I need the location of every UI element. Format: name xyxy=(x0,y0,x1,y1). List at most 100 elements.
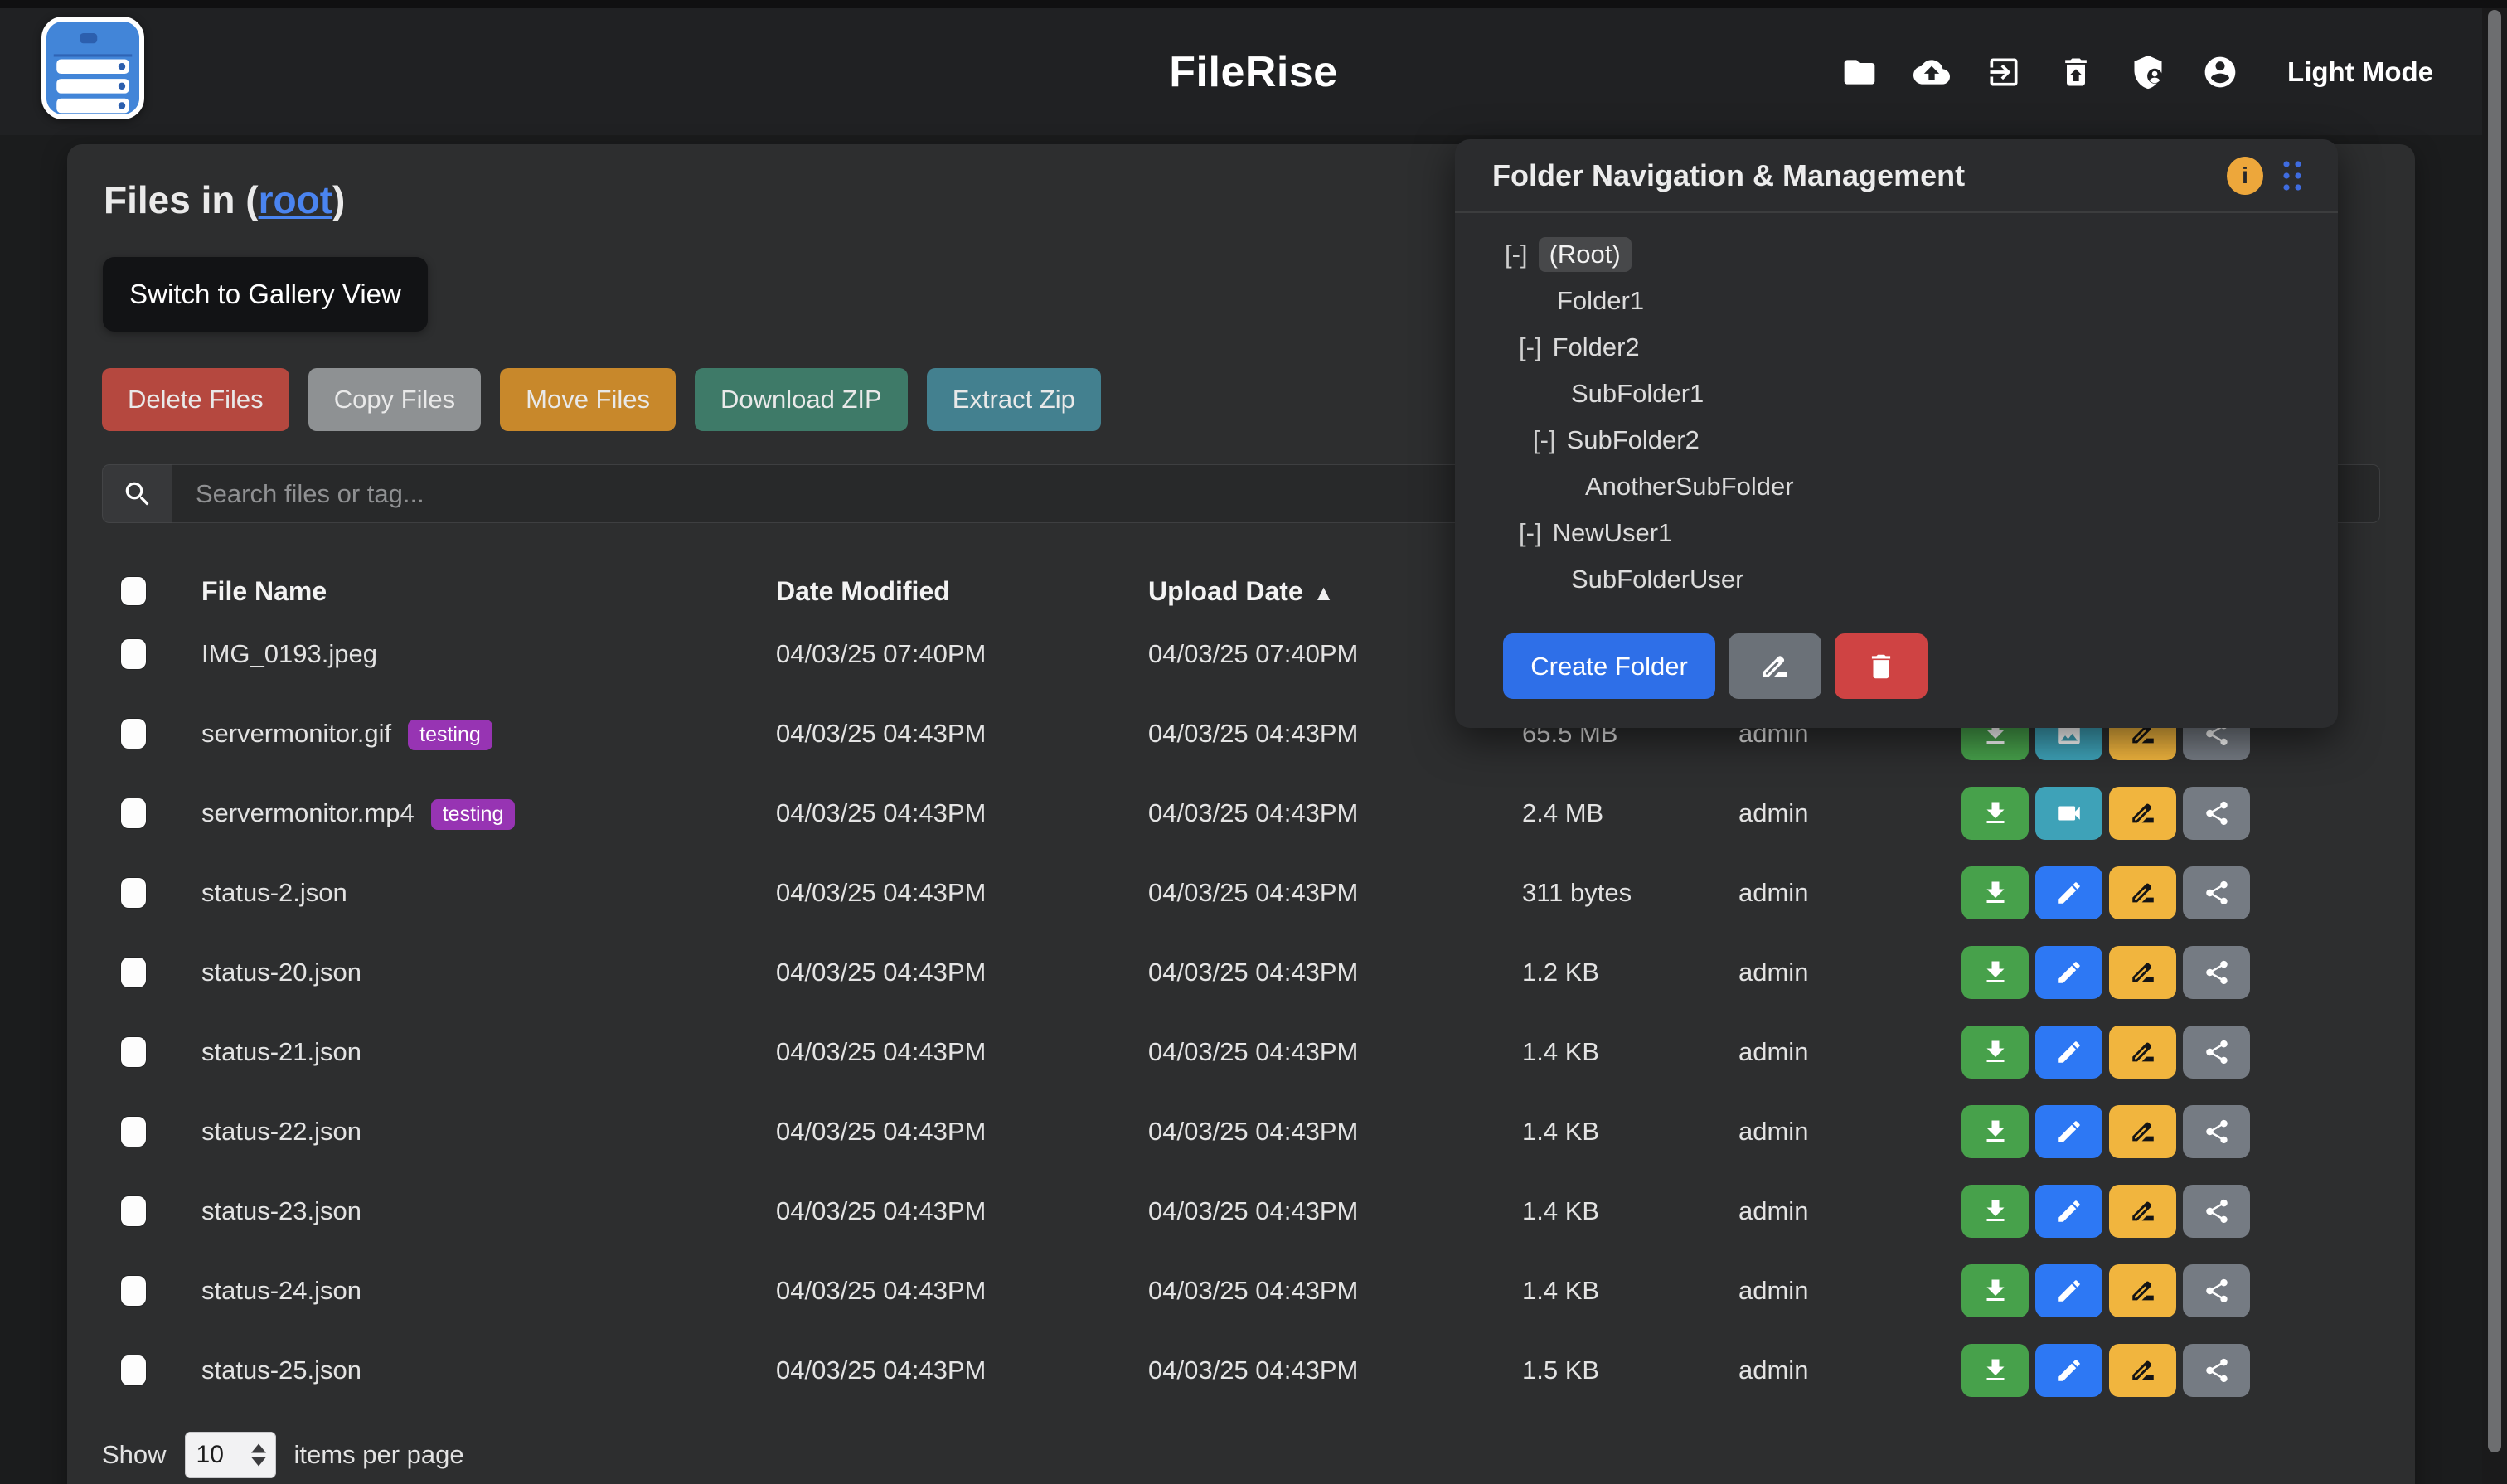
folder-name[interactable]: NewUser1 xyxy=(1553,518,1673,548)
share-file-button[interactable] xyxy=(2183,946,2250,999)
light-mode-toggle[interactable]: Light Mode xyxy=(2287,56,2433,88)
rename-file-button[interactable] xyxy=(2109,1264,2176,1317)
row-checkbox[interactable] xyxy=(121,1037,146,1067)
rename-file-button[interactable] xyxy=(2109,1185,2176,1238)
folder-name[interactable]: Folder2 xyxy=(1553,332,1640,362)
edit-file-button[interactable] xyxy=(2035,1185,2102,1238)
items-per-page-select[interactable]: 10 xyxy=(185,1432,276,1478)
row-checkbox[interactable] xyxy=(121,878,146,908)
preview-video-button[interactable] xyxy=(2035,787,2102,840)
file-size-cell: 1.4 KB xyxy=(1522,1276,1738,1306)
file-name: servermonitor.mp4 xyxy=(201,798,415,828)
folder-name[interactable]: SubFolderUser xyxy=(1571,565,1743,594)
download-button[interactable] xyxy=(1961,1105,2029,1158)
share-file-button[interactable] xyxy=(2183,1264,2250,1317)
share-file-button[interactable] xyxy=(2183,1026,2250,1079)
share-file-button[interactable] xyxy=(2183,866,2250,919)
root-folder-link[interactable]: root xyxy=(259,178,332,221)
edit-file-button[interactable] xyxy=(2035,1344,2102,1397)
download-button[interactable] xyxy=(1961,1026,2029,1079)
folder-tree-item[interactable]: SubFolder1 xyxy=(1455,371,2338,417)
delete-folder-button[interactable] xyxy=(1835,633,1928,699)
folder-name[interactable]: SubFolder2 xyxy=(1567,425,1700,455)
folder-name[interactable]: AnotherSubFolder xyxy=(1585,472,1794,502)
cloud-upload-icon[interactable] xyxy=(1913,54,1950,90)
collapse-toggle[interactable]: [-] xyxy=(1519,518,1542,548)
select-all-checkbox[interactable] xyxy=(121,577,146,605)
download-zip-button[interactable]: Download ZIP xyxy=(695,368,908,431)
share-file-button[interactable] xyxy=(2183,787,2250,840)
rename-file-button[interactable] xyxy=(2109,1105,2176,1158)
collapse-toggle[interactable]: [-] xyxy=(1533,425,1556,455)
folder-tree-item[interactable]: [-] SubFolder2 xyxy=(1455,417,2338,463)
extract-zip-button[interactable]: Extract Zip xyxy=(927,368,1101,431)
create-folder-button[interactable]: Create Folder xyxy=(1503,633,1715,699)
row-checkbox[interactable] xyxy=(121,1117,146,1147)
delete-files-button[interactable]: Delete Files xyxy=(102,368,289,431)
select-stepper-icon xyxy=(251,1444,266,1467)
rename-file-button[interactable] xyxy=(2109,787,2176,840)
trash-restore-icon[interactable] xyxy=(2058,54,2094,90)
folder-icon[interactable] xyxy=(1841,54,1878,90)
download-button[interactable] xyxy=(1961,1264,2029,1317)
download-button[interactable] xyxy=(1961,1185,2029,1238)
download-button[interactable] xyxy=(1961,1344,2029,1397)
edit-file-button[interactable] xyxy=(2035,1026,2102,1079)
edit-file-button[interactable] xyxy=(2035,866,2102,919)
file-name-cell: servermonitor.giftesting xyxy=(201,719,776,749)
row-checkbox[interactable] xyxy=(121,1355,146,1385)
admin-shield-icon[interactable] xyxy=(2130,54,2166,90)
file-name-cell: status-21.json xyxy=(201,1037,776,1067)
row-checkbox[interactable] xyxy=(121,639,146,669)
scrollbar-track[interactable] xyxy=(2482,8,2507,1484)
account-icon[interactable] xyxy=(2202,54,2238,90)
date-modified-cell: 04/03/25 04:43PM xyxy=(776,1355,1148,1385)
file-row: status-21.json04/03/25 04:43PM04/03/25 0… xyxy=(102,1012,2380,1092)
download-button[interactable] xyxy=(1961,866,2029,919)
folder-name[interactable]: (Root) xyxy=(1539,237,1632,272)
folder-tree-item[interactable]: SubFolderUser xyxy=(1455,556,2338,603)
file-name-cell: status-20.json xyxy=(201,958,776,987)
filerise-logo-icon[interactable] xyxy=(41,17,144,119)
row-checkbox[interactable] xyxy=(121,719,146,749)
search-button[interactable] xyxy=(102,464,172,523)
folder-name[interactable]: Folder1 xyxy=(1557,286,1644,316)
file-size-cell: 1.2 KB xyxy=(1522,958,1738,987)
share-file-button[interactable] xyxy=(2183,1344,2250,1397)
rename-file-button[interactable] xyxy=(2109,1344,2176,1397)
column-header-file-name[interactable]: File Name xyxy=(201,576,776,607)
folder-tree-item[interactable]: [-] Folder2 xyxy=(1455,324,2338,371)
collapse-toggle[interactable]: [-] xyxy=(1519,332,1542,362)
column-header-date-modified[interactable]: Date Modified xyxy=(776,576,1148,607)
rename-file-button[interactable] xyxy=(2109,946,2176,999)
folder-tree-item[interactable]: [-] NewUser1 xyxy=(1455,510,2338,556)
folder-tree-item[interactable]: Folder1 xyxy=(1455,278,2338,324)
share-file-button[interactable] xyxy=(2183,1185,2250,1238)
file-row: status-20.json04/03/25 04:43PM04/03/25 0… xyxy=(102,933,2380,1012)
copy-files-button[interactable]: Copy Files xyxy=(308,368,481,431)
row-checkbox[interactable] xyxy=(121,958,146,987)
edit-file-button[interactable] xyxy=(2035,1264,2102,1317)
date-modified-cell: 04/03/25 04:43PM xyxy=(776,958,1148,987)
row-checkbox[interactable] xyxy=(121,1276,146,1306)
drag-handle-icon[interactable] xyxy=(2280,158,2305,194)
edit-file-button[interactable] xyxy=(2035,1105,2102,1158)
folder-tree-item[interactable]: AnotherSubFolder xyxy=(1455,463,2338,510)
folder-tree-item[interactable]: [-] (Root) xyxy=(1455,231,2338,278)
logout-icon[interactable] xyxy=(1986,54,2022,90)
collapse-toggle[interactable]: [-] xyxy=(1505,240,1528,269)
move-files-button[interactable]: Move Files xyxy=(500,368,676,431)
rename-file-button[interactable] xyxy=(2109,1026,2176,1079)
edit-file-button[interactable] xyxy=(2035,946,2102,999)
folder-name[interactable]: SubFolder1 xyxy=(1571,379,1704,409)
row-checkbox[interactable] xyxy=(121,798,146,828)
scrollbar-thumb[interactable] xyxy=(2488,10,2501,1452)
rename-folder-button[interactable] xyxy=(1729,633,1821,699)
download-button[interactable] xyxy=(1961,787,2029,840)
rename-file-button[interactable] xyxy=(2109,866,2176,919)
row-checkbox[interactable] xyxy=(121,1196,146,1226)
info-icon[interactable]: i xyxy=(2227,157,2263,195)
switch-gallery-view-button[interactable]: Switch to Gallery View xyxy=(103,257,428,332)
share-file-button[interactable] xyxy=(2183,1105,2250,1158)
download-button[interactable] xyxy=(1961,946,2029,999)
